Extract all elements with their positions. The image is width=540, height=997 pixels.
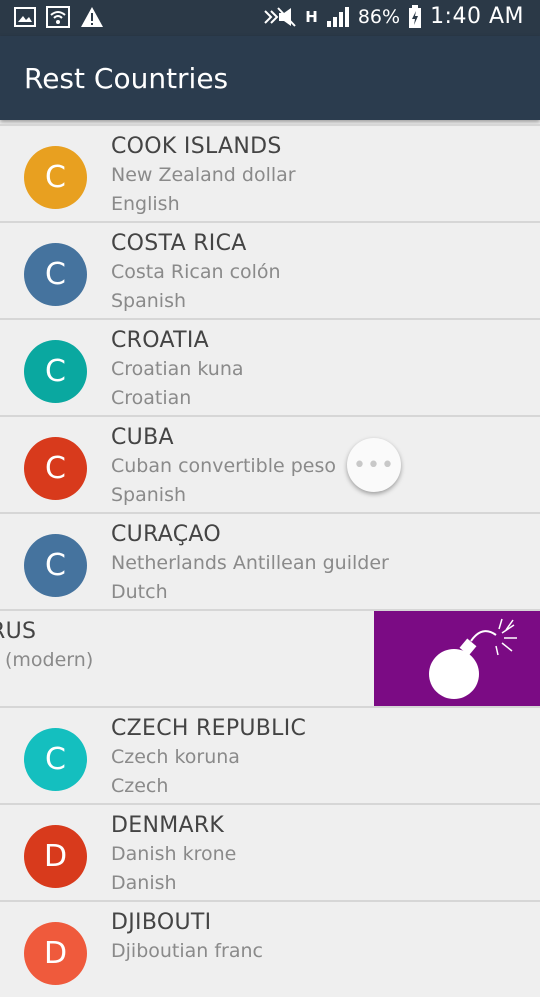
more-dots-icon: ••• xyxy=(353,452,395,478)
avatar: C xyxy=(24,534,87,597)
avatar: D xyxy=(24,922,87,985)
warning-icon xyxy=(81,7,103,27)
country-currency: Czech koruna xyxy=(111,746,240,768)
country-name: DENMARK xyxy=(111,813,225,838)
list-item[interactable]: C COSTA RICA Costa Rican colón Spanish xyxy=(0,221,540,318)
mute-icon xyxy=(264,6,296,27)
list-item[interactable]: C COOK ISLANDS New Zealand dollar Englis… xyxy=(0,124,540,221)
avatar: C xyxy=(24,146,87,209)
country-name: CUBA xyxy=(111,425,174,450)
country-currency: Danish krone xyxy=(111,843,237,865)
bomb-icon xyxy=(429,618,517,699)
country-currency: New Zealand dollar xyxy=(111,164,296,186)
swiped-list-item[interactable]: RUS (modern) xyxy=(0,609,540,706)
country-language: Czech xyxy=(111,775,169,797)
battery-percent: 86% xyxy=(357,5,401,28)
list-item[interactable]: C CURAÇAO Netherlands Antillean guilder … xyxy=(0,512,540,609)
country-language: Dutch xyxy=(111,581,168,603)
image-icon xyxy=(14,7,36,27)
status-left-icons xyxy=(14,6,104,28)
country-language: English xyxy=(111,193,180,215)
page-title: Rest Countries xyxy=(24,62,229,95)
country-name: CROATIA xyxy=(111,328,209,353)
list-item[interactable]: C CUBA Cuban convertible peso Spanish xyxy=(0,415,540,512)
delete-swipe-panel[interactable] xyxy=(374,611,540,706)
country-language: Spanish xyxy=(111,290,187,312)
country-name: DJIBOUTI xyxy=(111,910,212,935)
country-name: COSTA RICA xyxy=(111,231,247,256)
country-currency: Costa Rican colón xyxy=(111,261,281,283)
country-currency: Cuban convertible peso xyxy=(111,455,337,477)
status-right-icons: H 86% 1:40 AM xyxy=(261,4,524,29)
app-bar: Rest Countries xyxy=(0,36,540,120)
country-currency: Croatian kuna xyxy=(111,358,244,380)
avatar: C xyxy=(24,437,87,500)
list-item[interactable]: C CZECH REPUBLIC Czech koruna Czech xyxy=(0,706,540,803)
signal-icon xyxy=(326,6,349,27)
country-name: CURAÇAO xyxy=(111,522,221,547)
network-type: H xyxy=(305,7,318,26)
status-bar: H 86% 1:40 AM xyxy=(0,0,540,36)
avatar: C xyxy=(24,340,87,403)
avatar: D xyxy=(24,825,87,888)
country-language: Danish xyxy=(111,872,177,894)
country-language: (modern) xyxy=(5,649,94,671)
country-language: Spanish xyxy=(111,484,187,506)
more-options-button[interactable]: ••• xyxy=(347,438,401,492)
list-item[interactable]: C CROATIA Croatian kuna Croatian xyxy=(0,318,540,415)
list-item[interactable]: D DENMARK Danish krone Danish xyxy=(0,803,540,900)
country-currency: Djiboutian franc xyxy=(111,940,263,962)
avatar: C xyxy=(24,728,87,791)
clock: 1:40 AM xyxy=(430,4,524,29)
country-currency: Netherlands Antillean guilder xyxy=(111,552,389,574)
list-item[interactable]: D DJIBOUTI Djiboutian franc xyxy=(0,900,540,997)
country-list[interactable]: C COOK ISLANDS New Zealand dollar Englis… xyxy=(0,124,540,997)
country-name: COOK ISLANDS xyxy=(111,134,282,159)
wifi-icon xyxy=(46,6,70,28)
country-language: Croatian xyxy=(111,387,192,409)
avatar: C xyxy=(24,243,87,306)
battery-icon xyxy=(409,4,422,28)
country-name: CZECH REPUBLIC xyxy=(111,716,307,741)
country-name: RUS xyxy=(0,619,37,644)
